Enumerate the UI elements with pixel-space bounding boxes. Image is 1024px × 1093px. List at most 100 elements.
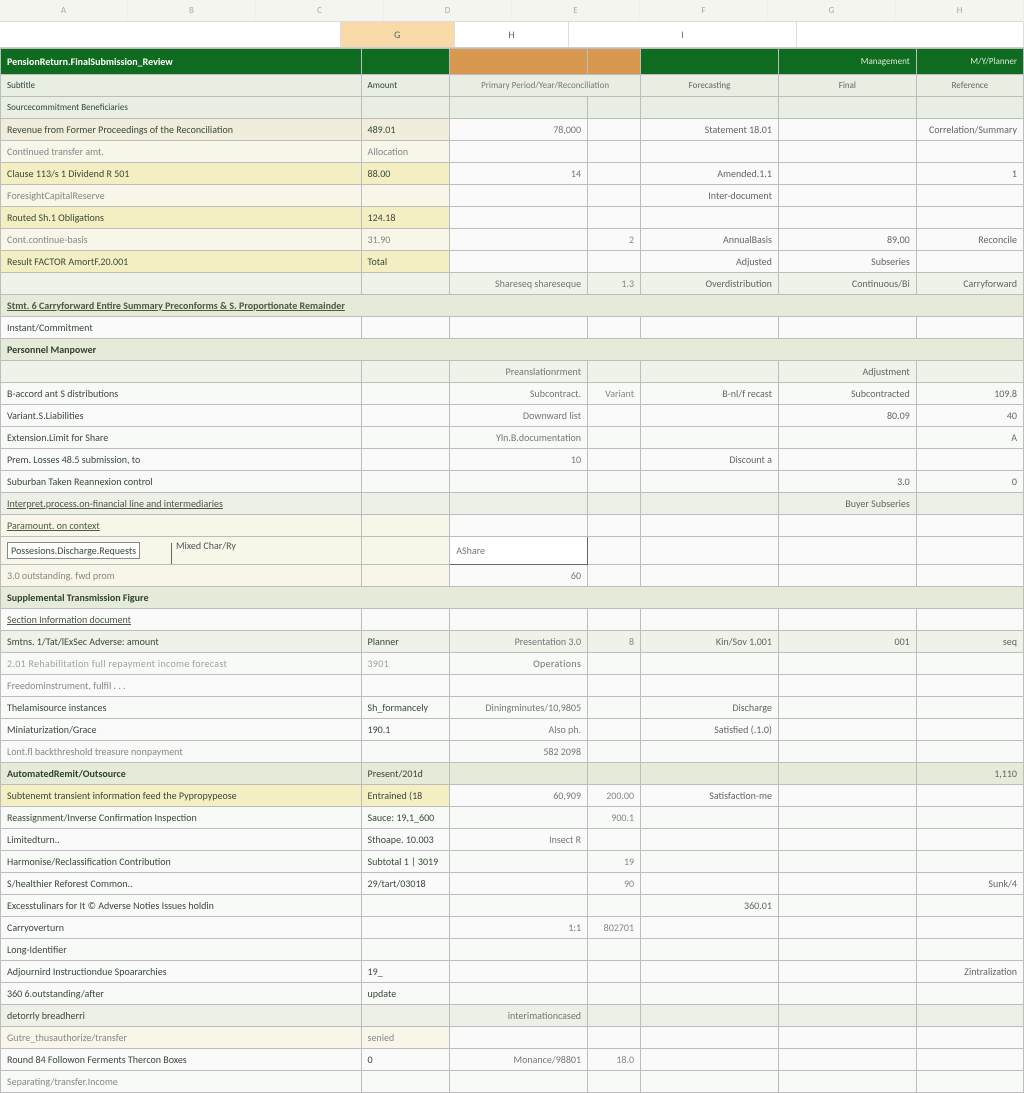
cell[interactable]: 80.09 [778,405,916,427]
cell[interactable] [450,895,588,917]
cell[interactable] [641,471,779,493]
cell[interactable]: 109.8 [916,383,1023,405]
cell[interactable] [778,763,916,785]
col-head[interactable]: E [512,0,640,21]
cell[interactable]: Total [361,251,450,273]
cell[interactable] [916,317,1023,339]
cell[interactable] [778,917,916,939]
cell[interactable]: 31.90 [361,229,450,251]
cell[interactable]: AnnualBasis [641,229,779,251]
table-row[interactable]: Revenue from Former Proceedings of the R… [1,119,1024,141]
col-head[interactable]: B [128,0,256,21]
cell[interactable]: Limitedturn.. [1,829,362,851]
table-row[interactable]: Prem. Losses 48.5 submission, to10Discou… [1,449,1024,471]
cell[interactable] [588,141,641,163]
cell[interactable] [641,873,779,895]
cell[interactable] [450,1071,588,1093]
cell[interactable]: Miniaturization/Grace [1,719,362,741]
table-row[interactable]: Variant.S.LiabilitiesDownward list80.094… [1,405,1024,427]
table-row[interactable]: Thelamisource instancesSh_formancelyDini… [1,697,1024,719]
cell[interactable]: Result FACTOR AmortF.20.001 [1,251,362,273]
cell[interactable] [916,697,1023,719]
cell[interactable]: S/healthier Reforest Common.. [1,873,362,895]
table-row[interactable]: Separating/transfer.Income [1,1071,1024,1093]
cell[interactable] [778,741,916,763]
cell[interactable] [450,763,588,785]
cell[interactable]: Lont.fl backthreshold treasure nonpaymen… [1,741,362,763]
cell[interactable]: Sourcecommitment Beneficiaries [1,97,362,119]
cell[interactable] [588,697,641,719]
table-row[interactable]: Round 84 Followon Ferments Thercon Boxes… [1,1049,1024,1071]
overlay-box[interactable]: AShare [450,537,588,565]
cell[interactable] [778,961,916,983]
cell[interactable] [641,609,779,631]
cell[interactable] [778,317,916,339]
cell[interactable] [641,405,779,427]
col-head[interactable]: H [896,0,1024,21]
col-head[interactable]: G [768,0,896,21]
spreadsheet-grid[interactable]: PensionReturn.FinalSubmission_Review Man… [0,48,1024,1093]
cell[interactable]: 2 [588,229,641,251]
cell[interactable] [778,1027,916,1049]
cell[interactable] [778,163,916,185]
cell[interactable]: Planner [361,631,450,653]
table-row[interactable]: Shareseq shareseque1.3OverdistributionCo… [1,273,1024,295]
cell[interactable]: Routed Sh.1 Obligations [1,207,362,229]
cell[interactable] [641,361,779,383]
cell[interactable]: Satisfaction-me [641,785,779,807]
cell[interactable]: B-nl/f recast [641,383,779,405]
cell[interactable]: Amended.1.1 [641,163,779,185]
cell[interactable] [588,207,641,229]
cell[interactable] [778,1071,916,1093]
cell[interactable]: Presentation 3.0 [450,631,588,653]
table-row[interactable]: detorrly breadherriinterimationcased [1,1005,1024,1027]
cell[interactable]: Freedominstrument, fulfil . . . [1,675,362,697]
cell[interactable]: Downward list [450,405,588,427]
cell[interactable]: Subtotal 1 | 3019 [361,851,450,873]
cell[interactable]: Excesstulinars for It © Adverse Noties I… [1,895,362,917]
cell[interactable] [641,317,779,339]
cell[interactable] [450,317,588,339]
cell[interactable]: update [361,983,450,1005]
cell[interactable]: 90 [588,873,641,895]
cell[interactable]: Subcontract. [450,383,588,405]
cell[interactable] [778,97,916,119]
cell[interactable] [641,961,779,983]
cell[interactable]: Subtenemt transient information feed the… [1,785,362,807]
cell[interactable]: Suburban Taken Reannexion control [1,471,362,493]
cell[interactable]: Reconcile [916,229,1023,251]
cell[interactable] [778,983,916,1005]
table-row[interactable]: Long-Identifier [1,939,1024,961]
cell[interactable] [588,251,641,273]
cell[interactable] [588,763,641,785]
cell[interactable] [641,1071,779,1093]
cell[interactable]: B-accord ant S distributions [1,383,362,405]
cell[interactable]: Cont.continue-basis [1,229,362,251]
cell[interactable]: 19_ [361,961,450,983]
cell[interactable] [361,273,450,295]
col-letter[interactable]: H [455,22,569,47]
cell[interactable] [588,361,641,383]
cell[interactable] [361,383,450,405]
cell[interactable]: 0 [361,1049,450,1071]
cell[interactable] [641,917,779,939]
cell[interactable]: Diningminutes/10,9805 [450,697,588,719]
cell[interactable] [916,653,1023,675]
cell[interactable] [916,1005,1023,1027]
cell[interactable]: Harmonise/Reclassification Contribution [1,851,362,873]
cell[interactable] [641,207,779,229]
cell[interactable] [916,609,1023,631]
cell[interactable]: Round 84 Followon Ferments Thercon Boxes [1,1049,362,1071]
table-row[interactable]: Limitedturn..Sthoape. 10.003Insect R [1,829,1024,851]
table-row[interactable]: Cont.continue-basis31.902AnnualBasis89,0… [1,229,1024,251]
cell[interactable] [450,185,588,207]
cell[interactable]: 19 [588,851,641,873]
cell[interactable] [588,185,641,207]
cell[interactable] [588,317,641,339]
cell[interactable]: Entrained (18 [361,785,450,807]
table-row[interactable]: Sourcecommitment Beneficiaries [1,97,1024,119]
cell[interactable] [916,851,1023,873]
table-row[interactable]: Smtns. 1/Tat/lExSec Adverse: amountPlann… [1,631,1024,653]
cell[interactable] [916,785,1023,807]
cell[interactable] [778,675,916,697]
